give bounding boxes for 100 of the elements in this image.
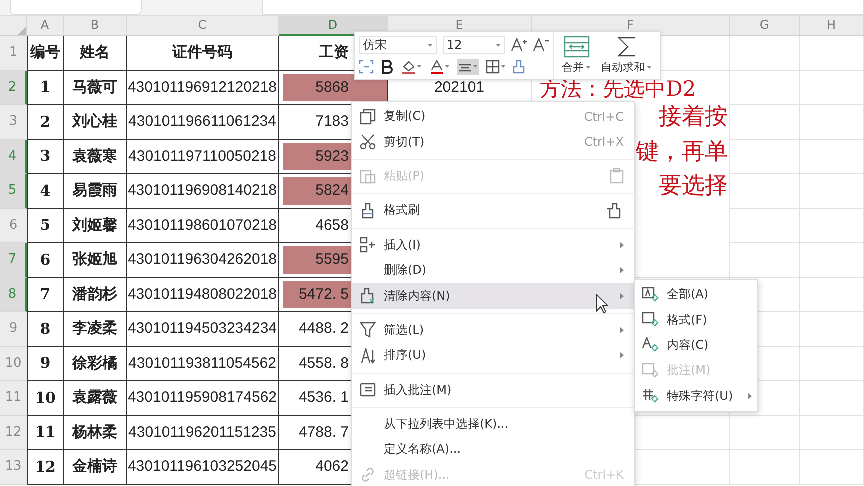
- column-header[interactable]: A: [27, 16, 64, 36]
- dropdown-caret-icon: [586, 66, 591, 69]
- name-cell: 李凌柔: [64, 312, 127, 346]
- menu-item[interactable]: 清除内容(N): [352, 283, 634, 309]
- serial-number-cell: 5: [27, 208, 64, 243]
- column-heading: 证件号码: [127, 36, 279, 70]
- empty-cell[interactable]: [800, 70, 864, 105]
- serial-number-cell: 12: [27, 450, 64, 484]
- formula-bar[interactable]: [262, 0, 864, 15]
- empty-cell[interactable]: [800, 140, 864, 174]
- row-header[interactable]: 9: [0, 312, 27, 346]
- row-header[interactable]: 8: [0, 278, 27, 312]
- empty-cell[interactable]: [729, 105, 800, 140]
- scissors-icon: [360, 134, 376, 150]
- name-cell: 张姬旭: [64, 243, 127, 278]
- submenu-arrow-icon: [620, 267, 624, 274]
- column-header[interactable]: G: [730, 16, 800, 36]
- row-header[interactable]: 3: [0, 105, 27, 140]
- hash-icon: [642, 388, 659, 404]
- font-size-select[interactable]: 12: [443, 36, 505, 54]
- clipboard-icon: [360, 168, 376, 184]
- serial-number-cell: 9: [27, 346, 64, 381]
- id-number-cell: 430101196103252045: [127, 450, 279, 484]
- empty-cell[interactable]: [800, 278, 864, 312]
- id-number-cell: 430101198601070218: [127, 208, 279, 243]
- row-header[interactable]: 12: [0, 416, 27, 450]
- empty-cell[interactable]: [800, 36, 864, 70]
- empty-cell[interactable]: [729, 140, 800, 174]
- empty-cell[interactable]: [729, 208, 800, 243]
- column-header[interactable]: C: [127, 16, 279, 36]
- clear-format-icon: [642, 312, 659, 328]
- name-cell: 杨林柔: [64, 416, 127, 450]
- row-header[interactable]: 10: [0, 346, 27, 381]
- empty-cell[interactable]: [730, 36, 800, 70]
- note-text: 键，再单: [636, 138, 728, 164]
- submenu-arrow-icon: [748, 392, 752, 400]
- menu-item[interactable]: 特殊字符(U): [635, 384, 757, 409]
- bold-icon: [381, 60, 393, 74]
- dropdown-caret-icon: [496, 44, 501, 47]
- empty-cell[interactable]: [730, 243, 800, 278]
- empty-cell[interactable]: [730, 450, 800, 484]
- id-number-cell: 430101195908174562: [127, 381, 279, 416]
- empty-cell[interactable]: [800, 381, 864, 416]
- empty-cell[interactable]: [729, 174, 800, 208]
- column-header[interactable]: B: [64, 16, 127, 36]
- empty-cell[interactable]: [800, 346, 864, 381]
- row-header[interactable]: 11: [0, 381, 27, 416]
- column-header[interactable]: H: [800, 16, 864, 36]
- column-heading: 编号: [27, 36, 64, 70]
- dropdown-caret-icon: [428, 44, 433, 47]
- merge-button[interactable]: 合并: [562, 36, 591, 75]
- row-header[interactable]: 7: [0, 243, 27, 278]
- empty-cell[interactable]: [729, 70, 800, 105]
- name-cell: 潘韵杉: [64, 278, 127, 312]
- borders-button[interactable]: [485, 58, 507, 75]
- row-header[interactable]: 1: [0, 36, 27, 70]
- salary-cell: 5868: [279, 70, 388, 105]
- clear-all-icon: [642, 286, 659, 303]
- name-cell: 刘姬馨: [64, 208, 127, 243]
- dropdown-caret-icon: [473, 65, 478, 68]
- empty-cell[interactable]: [800, 174, 864, 208]
- id-number-cell: 430101196908140218: [127, 174, 279, 208]
- align-button[interactable]: [457, 58, 479, 75]
- menu-item[interactable]: 内容(C): [635, 332, 757, 358]
- id-number-cell: 430101196912120218: [127, 70, 279, 105]
- fill-color-button[interactable]: [400, 58, 423, 75]
- name-box[interactable]: [10, 0, 142, 15]
- serial-number-cell: 3: [27, 140, 64, 174]
- empty-cell[interactable]: [800, 450, 864, 484]
- id-number-cell: 430101193811054562: [127, 346, 279, 381]
- font-select[interactable]: 仿宋: [359, 36, 437, 54]
- serial-number-cell: 6: [27, 243, 64, 278]
- font-color-button[interactable]: [429, 58, 451, 75]
- empty-cell[interactable]: [800, 208, 864, 243]
- id-number-cell: 430101196611061234: [127, 105, 279, 140]
- id-number-cell: 430101194808022018: [127, 278, 279, 312]
- bold-button[interactable]: [380, 58, 394, 75]
- note-text: 方法：先选中D2: [540, 77, 696, 101]
- empty-cell[interactable]: [800, 312, 864, 346]
- serial-number-cell: 11: [27, 416, 64, 450]
- row-header[interactable]: 13: [0, 450, 27, 484]
- serial-number-cell: 4: [27, 174, 64, 208]
- mouse-pointer-icon: [596, 294, 609, 314]
- id-number-cell: 430101197110050218: [127, 140, 279, 174]
- serial-number-cell: 10: [27, 381, 64, 416]
- sort-icon: [360, 348, 376, 364]
- row-header[interactable]: 4: [0, 140, 27, 174]
- menu-item[interactable]: 格式(F): [635, 307, 757, 333]
- row-header[interactable]: 5: [0, 174, 27, 208]
- submenu-arrow-icon: [620, 292, 624, 300]
- empty-cell[interactable]: [730, 416, 800, 450]
- row-header[interactable]: 6: [0, 208, 27, 243]
- autosum-button[interactable]: 自动求和: [601, 36, 652, 75]
- empty-cell[interactable]: [800, 243, 864, 278]
- column-header[interactable]: D: [279, 16, 388, 36]
- empty-cell[interactable]: [800, 105, 864, 140]
- menu-item[interactable]: 全部(A): [635, 282, 757, 308]
- row-header[interactable]: 2: [0, 70, 27, 105]
- empty-cell[interactable]: [800, 416, 864, 450]
- name-cell: 袁露薇: [64, 381, 127, 416]
